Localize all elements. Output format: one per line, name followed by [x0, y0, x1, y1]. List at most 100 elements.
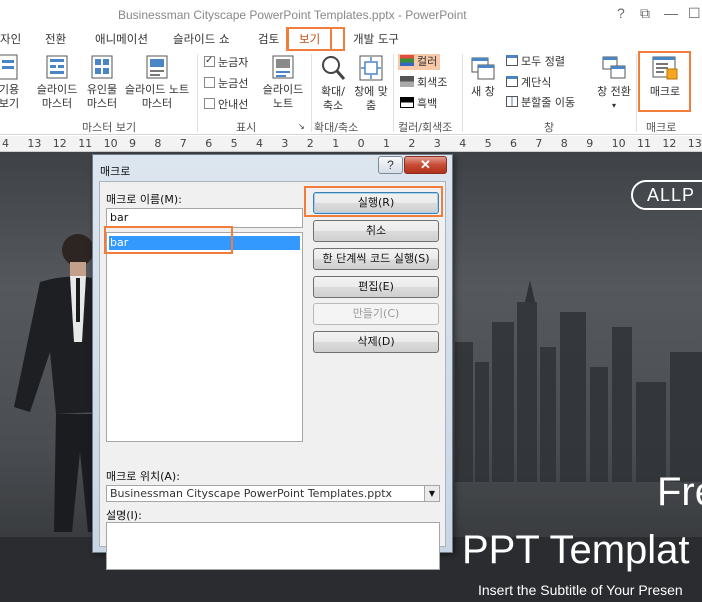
run-button[interactable]: 실행(R): [313, 192, 439, 214]
ruler-number: 9: [129, 137, 136, 150]
macro-icon: [652, 56, 678, 80]
dialog-help-button[interactable]: ?: [378, 156, 403, 174]
macro-list[interactable]: bar: [106, 232, 303, 442]
dialog-body: 매크로 이름(M): bar bar 실행(R) 취소 한 단계씩 코드 실행(…: [99, 181, 446, 570]
arrange-all-icon: [506, 55, 518, 66]
switch-windows-icon: [602, 56, 626, 79]
group-color: 컬러/회색조: [398, 121, 453, 134]
notes-master-button[interactable]: 슬라이드 노트 마스터: [120, 54, 194, 111]
tab-review[interactable]: 검토: [258, 31, 279, 47]
cascade-label: 계단식: [521, 76, 552, 89]
horizontal-ruler: 4 13 12 11 10 9 8 7 6 5 4 3 2 1 0 1 2 3 4 5 6 7 8 9 10 11 12 13: [0, 136, 702, 152]
notes-label: 슬라이드 노트: [262, 83, 304, 110]
tab-transitions[interactable]: 전환: [45, 31, 66, 47]
minimize-icon[interactable]: —: [664, 5, 678, 21]
slide-master-button[interactable]: 슬라이드 마스터: [32, 54, 82, 111]
dropdown-arrow-icon[interactable]: ▼: [424, 486, 439, 501]
zoom-button[interactable]: 확대/ 축소: [316, 54, 350, 113]
cascade-icon: [506, 76, 518, 87]
ruler-number: 11: [637, 137, 651, 150]
fit-to-window-label: 창에 맞춤: [354, 85, 388, 112]
gridlines-checkbox[interactable]: 눈금선: [204, 77, 248, 91]
tab-slideshow[interactable]: 슬라이드 쇼: [173, 31, 230, 47]
ruler-number: 13: [27, 137, 42, 150]
arrange-all-button[interactable]: 모두 정렬: [506, 55, 565, 69]
move-split-button[interactable]: 분할줄 이동: [506, 96, 575, 110]
black-white-button[interactable]: 흑백: [400, 97, 437, 111]
ruler-number: 11: [78, 137, 93, 150]
group-macros: 매크로: [646, 121, 677, 134]
fit-window-icon: [359, 55, 383, 81]
ruler-number: 0: [357, 137, 365, 150]
zoom-label: 확대/ 축소: [321, 85, 345, 112]
ruler-number: 7: [535, 137, 543, 150]
dialog-title: 매크로: [100, 165, 131, 178]
ruler-number: 10: [611, 137, 626, 150]
ruler-number: 5: [484, 137, 492, 150]
slide-master-icon: [46, 55, 68, 79]
notes-button[interactable]: 슬라이드 노트: [258, 54, 308, 111]
tab-animations[interactable]: 애니메이션: [95, 31, 148, 47]
cascade-button[interactable]: 계단식: [506, 76, 551, 90]
color-button[interactable]: 컬러: [398, 54, 441, 70]
dialog-close-button[interactable]: ✕: [404, 156, 447, 174]
slide-master-label: 슬라이드 마스터: [36, 83, 78, 110]
ruler-number: 8: [560, 137, 568, 150]
group-show: 표시: [236, 121, 257, 134]
black-white-label: 흑백: [417, 97, 438, 110]
step-into-button[interactable]: 한 단계씩 코드 실행(S): [313, 248, 439, 270]
edit-button[interactable]: 편집(E): [313, 276, 439, 298]
ruler-number: 5: [230, 137, 238, 150]
ruler-checkbox[interactable]: 눈금자: [204, 54, 248, 70]
slide-title: PPT Templat: [462, 528, 690, 572]
ruler-number: 8: [154, 137, 162, 150]
brand-logo: ALLP: [631, 180, 702, 210]
slide-headline: Fre: [657, 470, 702, 514]
macro-location-select[interactable]: Businessman Cityscape PowerPoint Templat…: [106, 485, 440, 502]
macro-list-item[interactable]: bar: [109, 236, 300, 250]
reading-view-label: 기용 보기: [0, 83, 20, 110]
description-box[interactable]: [106, 522, 440, 570]
tab-developer[interactable]: 개발 도구: [353, 31, 399, 47]
macro-name-input[interactable]: bar: [106, 208, 303, 228]
title-bar: Businessman Cityscape PowerPoint Templat…: [0, 0, 702, 28]
new-window-button[interactable]: 새 창: [466, 54, 500, 99]
help-icon[interactable]: ?: [617, 5, 625, 21]
ruler-number: 6: [510, 137, 517, 150]
guides-label: 안내선: [218, 98, 249, 111]
macro-name-label: 매크로 이름(M):: [106, 193, 182, 206]
dialog-launcher-icon[interactable]: ↘: [298, 120, 305, 134]
new-window-icon: [471, 57, 495, 80]
handout-master-icon: [91, 55, 113, 79]
slide-view-icon: [0, 54, 18, 80]
guides-checkbox[interactable]: 안내선: [204, 98, 248, 112]
ruler-number: 2: [408, 137, 416, 150]
handout-master-button[interactable]: 유인물 마스터: [84, 54, 120, 111]
notes-master-icon: [146, 55, 168, 79]
ribbon-display-icon[interactable]: ⧉: [640, 5, 650, 22]
black-white-swatch-icon: [400, 97, 414, 108]
group-master-views: 마스터 보기: [82, 121, 137, 134]
ruler-number: 3: [281, 137, 289, 150]
fit-to-window-button[interactable]: 창에 맞춤: [354, 54, 388, 113]
ruler-number: 12: [662, 137, 677, 150]
ruler-number: 6: [205, 137, 213, 150]
description-label: 설명(I):: [106, 509, 142, 522]
grayscale-button[interactable]: 회색조: [400, 76, 447, 90]
tab-view[interactable]: 보기: [287, 27, 333, 51]
reading-view-button[interactable]: 기용 보기: [0, 54, 22, 111]
macros-button[interactable]: 매크로: [641, 54, 689, 99]
notes-master-label: 슬라이드 노트 마스터: [124, 83, 190, 110]
tab-design[interactable]: 자인: [0, 31, 21, 47]
delete-button[interactable]: 삭제(D): [313, 331, 439, 353]
ruler-check-icon: [204, 54, 215, 68]
maximize-icon[interactable]: ☐: [688, 5, 701, 22]
magnifier-icon: [322, 56, 346, 80]
color-label: 컬러: [417, 55, 438, 68]
switch-windows-button[interactable]: 창 전환 ▾: [593, 54, 635, 113]
grayscale-swatch-icon: [400, 76, 414, 87]
ruler-number: 4: [459, 137, 467, 150]
cancel-button[interactable]: 취소: [313, 220, 439, 242]
ruler-number: 3: [433, 137, 441, 150]
ribbon-separator: [393, 54, 394, 132]
